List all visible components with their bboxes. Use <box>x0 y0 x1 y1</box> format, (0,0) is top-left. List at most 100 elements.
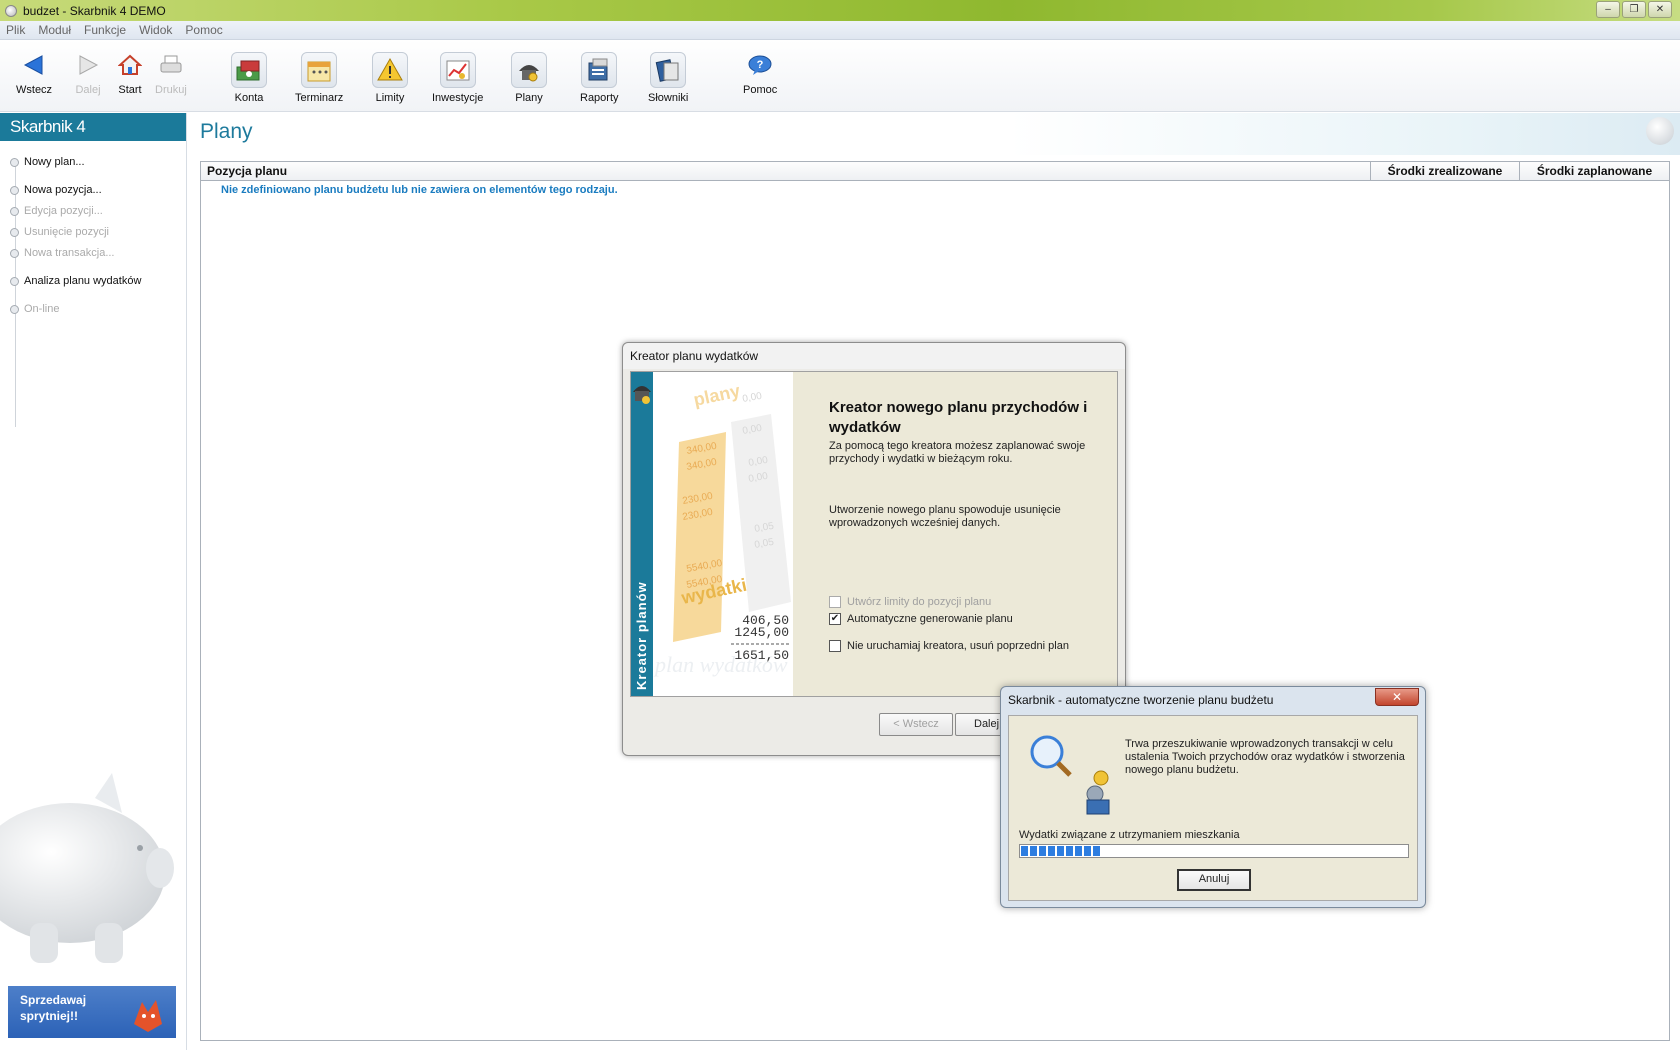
wizard-warning: Utworzenie nowego planu spowoduje usunię… <box>829 504 1061 529</box>
checkbox-icon[interactable] <box>829 596 841 608</box>
bullet-icon <box>10 227 19 237</box>
progress-bar <box>1019 844 1409 858</box>
cancel-button[interactable]: Anuluj <box>1177 869 1251 891</box>
back-button[interactable]: Wstecz <box>16 52 52 96</box>
search-progress-icon <box>1030 735 1110 815</box>
slowniki-label: Słowniki <box>648 92 689 104</box>
raporty-label: Raporty <box>580 92 619 104</box>
fox-mascot-icon <box>134 1000 162 1032</box>
slowniki-button[interactable]: Słowniki <box>648 52 688 104</box>
limity-label: Limity <box>375 92 405 104</box>
progress-dialog: Skarbnik - automatyczne tworzenie planu … <box>1000 686 1426 908</box>
accounts-icon <box>231 52 267 88</box>
sidebar-item-nowa-pozycja[interactable]: Nowa pozycja... <box>10 184 102 196</box>
column-header-zrealizowane[interactable]: Środki zrealizowane <box>1371 162 1520 180</box>
current-task-label: Wydatki związane z utrzymaniem mieszkani… <box>1019 829 1240 841</box>
menu-bar: Plik Moduł Funkcje Widok Pomoc <box>0 21 1680 40</box>
wizard-illustration: plany wydatki plan wydatków 340,00 340,0… <box>631 372 793 696</box>
wizard-intro: Za pomocą tego kreatora możesz zaplanowa… <box>829 440 1086 465</box>
close-window-icon[interactable]: ✕ <box>1648 1 1672 18</box>
close-dialog-button[interactable]: ✕ <box>1375 688 1419 706</box>
menu-funkcje[interactable]: Funkcje <box>84 23 126 37</box>
table-header: Pozycja planu Środki zrealizowane Środki… <box>201 162 1669 181</box>
progress-dialog-body: Trwa przeszukiwanie wprowadzonych transa… <box>1008 715 1418 901</box>
piggy-orb-icon <box>1646 117 1674 145</box>
bullet-icon <box>10 276 19 286</box>
sidebar-item-nowa-transakcja[interactable]: Nowa transakcja... <box>10 247 114 259</box>
sidebar-item-label: Nowa pozycja... <box>24 184 102 196</box>
progress-fill <box>1021 846 1103 856</box>
page-header: Plany <box>188 113 1680 155</box>
wizard-art-graphic: plany wydatki plan wydatków 340,00 340,0… <box>653 381 791 677</box>
maximize-icon[interactable]: ❐ <box>1622 1 1646 18</box>
sidebar-item-on-line[interactable]: On-line <box>10 303 59 315</box>
terminarz-label: Terminarz <box>295 92 344 104</box>
option-label: Utwórz limity do pozycji planu <box>847 596 992 608</box>
help-icon: ? <box>747 52 773 78</box>
menu-widok[interactable]: Widok <box>139 23 172 37</box>
raporty-button[interactable]: Raporty <box>580 52 619 104</box>
column-header-zaplanowane[interactable]: Środki zaplanowane <box>1520 162 1669 180</box>
konta-label: Konta <box>234 92 264 104</box>
art-value: 0,00 <box>742 391 764 405</box>
title-bar: budzet - Skarbnik 4 DEMO – ❐ ✕ <box>0 0 1680 21</box>
empty-table-message: Nie zdefiniowano planu budżetu lub nie z… <box>221 184 618 196</box>
pomoc-button[interactable]: ? Pomoc <box>743 52 777 96</box>
bullet-icon <box>10 206 19 216</box>
option-auto-generate[interactable]: ✔ Automatyczne generowanie planu <box>829 613 1013 625</box>
sidebar-item-nowy-plan[interactable]: Nowy plan... <box>10 156 85 168</box>
bullet-icon <box>10 185 19 195</box>
progress-dialog-title: Skarbnik - automatyczne tworzenie planu … <box>1008 693 1274 707</box>
art-word-plany: plany <box>692 381 742 410</box>
menu-plik[interactable]: Plik <box>6 23 25 37</box>
bullet-icon <box>10 248 19 258</box>
piggy-bank-icon <box>0 773 174 963</box>
toolbar: Wstecz Dalej Start Drukuj Konta Terminar… <box>0 40 1680 112</box>
sidebar-item-usuniecie-pozycji[interactable]: Usunięcie pozycji <box>10 226 109 238</box>
start-button[interactable]: Start <box>117 52 143 96</box>
sidebar-item-label: Usunięcie pozycji <box>24 226 109 238</box>
forward-label: Dalej <box>75 84 101 96</box>
option-label: Nie uruchamiaj kreatora, usuń poprzedni … <box>847 640 1069 652</box>
svg-text:?: ? <box>757 59 764 71</box>
plany-label: Plany <box>515 92 543 104</box>
sidebar-item-label: On-line <box>24 303 60 315</box>
option-create-limits[interactable]: Utwórz limity do pozycji planu <box>829 596 991 608</box>
sidebar-item-edycja-pozycji[interactable]: Edycja pozycji... <box>10 205 103 217</box>
bullet-icon <box>10 157 19 167</box>
print-button[interactable]: Drukuj <box>155 52 187 96</box>
wizard-band-label: Kreator planów <box>634 581 649 690</box>
terminarz-button[interactable]: Terminarz <box>295 52 343 104</box>
back-label: Wstecz <box>16 84 53 96</box>
pomoc-label: Pomoc <box>743 84 778 96</box>
sidebar-item-analiza-planu[interactable]: Analiza planu wydatków <box>10 275 141 287</box>
konta-button[interactable]: Konta <box>231 52 267 104</box>
menu-modul[interactable]: Moduł <box>38 23 71 37</box>
sidebar-logo: Skarbnik 4 <box>0 113 186 141</box>
inwestycje-button[interactable]: Inwestycje <box>432 52 483 104</box>
column-header-pozycja[interactable]: Pozycja planu <box>201 162 1371 180</box>
window-title: budzet - Skarbnik 4 DEMO <box>23 3 166 18</box>
limity-button[interactable]: Limity <box>372 52 408 104</box>
checkbox-icon[interactable] <box>829 640 841 652</box>
sidebar-tree-line <box>15 159 16 427</box>
reports-icon <box>581 52 618 88</box>
wizard-title: Kreator planu wydatków <box>623 343 1125 369</box>
page-title: Plany <box>200 120 253 143</box>
print-label: Drukuj <box>155 84 187 96</box>
promo-banner[interactable]: Sprzedawaj sprytniej!! <box>8 986 176 1038</box>
investments-chart-icon <box>439 52 476 88</box>
wizard-back-button[interactable]: < Wstecz <box>879 713 953 736</box>
inwestycje-label: Inwestycje <box>432 92 484 104</box>
app-icon <box>5 4 17 17</box>
sidebar: Skarbnik 4 Nowy plan... Nowa pozycja... … <box>0 113 187 1050</box>
window-controls: – ❐ ✕ <box>1596 1 1672 18</box>
sidebar-item-label: Nowy plan... <box>24 156 85 168</box>
checkbox-checked-icon[interactable]: ✔ <box>829 613 841 625</box>
forward-button[interactable]: Dalej <box>75 52 101 96</box>
plany-button[interactable]: Plany <box>511 52 547 104</box>
option-skip-wizard[interactable]: Nie uruchamiaj kreatora, usuń poprzedni … <box>829 640 1069 652</box>
back-arrow-icon <box>21 52 47 78</box>
minimize-icon[interactable]: – <box>1596 1 1620 18</box>
menu-pomoc[interactable]: Pomoc <box>185 23 222 37</box>
